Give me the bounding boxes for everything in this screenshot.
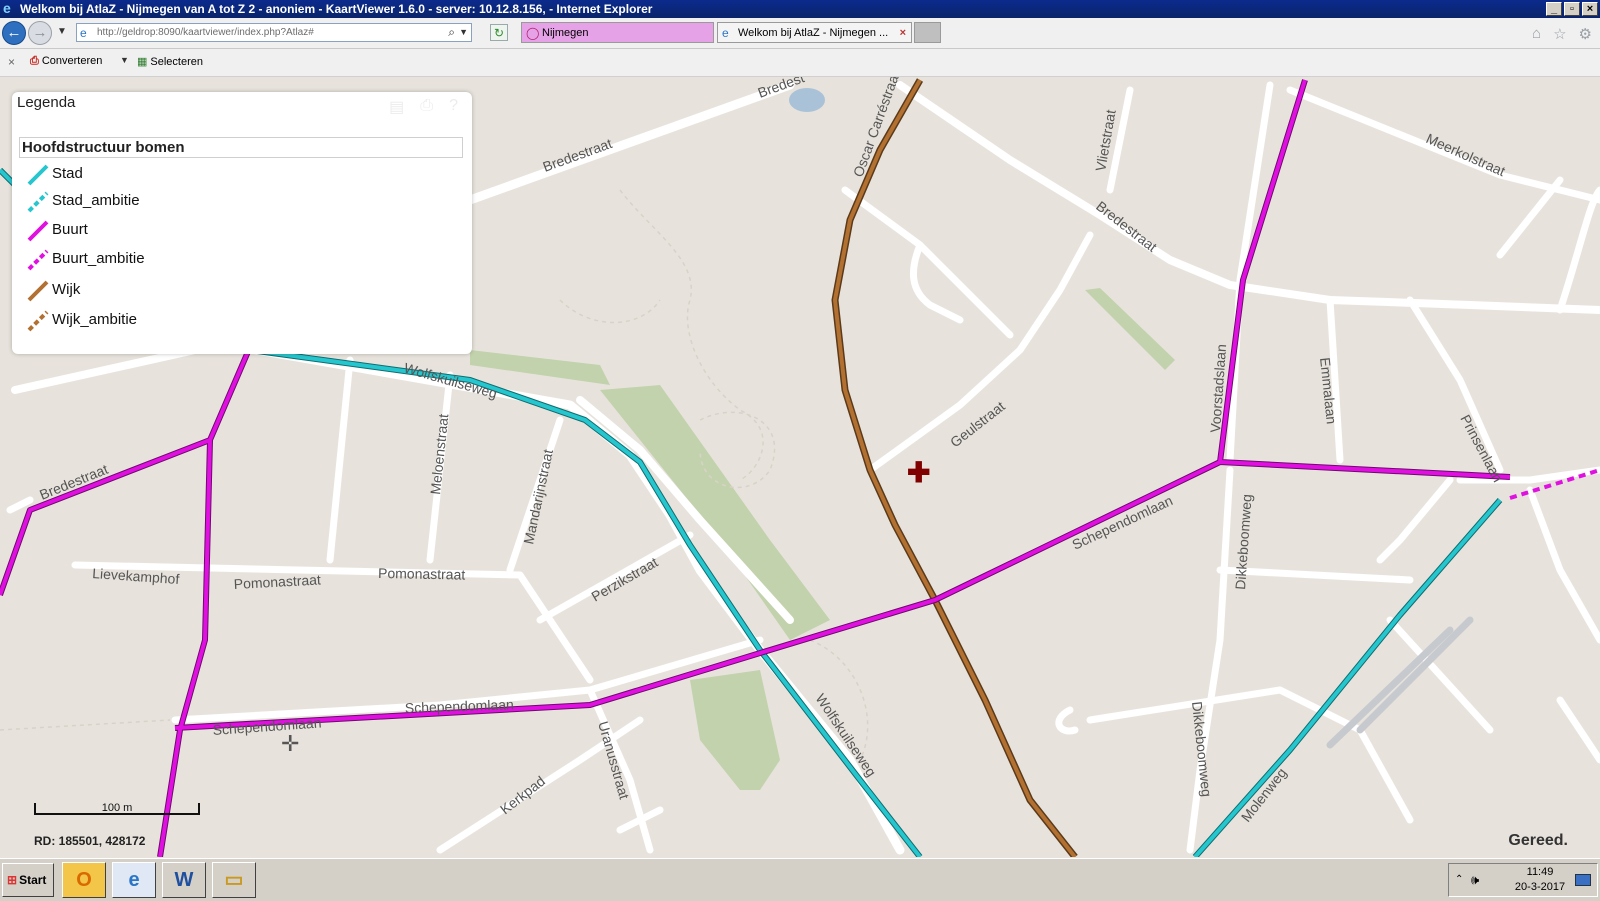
- legend-item-label: Stad: [52, 165, 83, 182]
- start-button[interactable]: ⊞ Start: [2, 863, 54, 897]
- street-label: Meloenstraat: [427, 413, 451, 495]
- legend-title: Legenda: [17, 94, 76, 111]
- close-toolbar-icon[interactable]: ×: [8, 55, 15, 69]
- help-icon[interactable]: ?: [449, 97, 458, 117]
- map-crosshair-icon: ✚: [907, 457, 931, 488]
- convert-button[interactable]: ⎙ Converteren: [30, 55, 102, 68]
- window-controls: _ ▫ ×: [1546, 2, 1598, 16]
- recent-pages-dropdown-icon[interactable]: ▼: [57, 26, 67, 37]
- select-icon: ▦: [137, 56, 148, 68]
- back-button[interactable]: ←: [2, 21, 26, 45]
- address-dropdown-icon[interactable]: ▼: [459, 24, 468, 41]
- pond: [789, 88, 825, 112]
- browser-navbar: ← → ▼ e http://geldrop:8090/kaartviewer/…: [0, 18, 1600, 49]
- select-label: Selecteren: [150, 56, 203, 68]
- convert-dropdown-icon[interactable]: ▼: [120, 55, 129, 65]
- legend-swatch-stad: [27, 164, 49, 186]
- select-button[interactable]: ▦ Selecteren: [137, 55, 203, 68]
- tab-atlaz[interactable]: e Welkom bij AtlaZ - Nijmegen ... ×: [717, 22, 912, 43]
- forward-button[interactable]: →: [28, 21, 52, 45]
- legend-swatch-buurt-ambitie: [27, 249, 49, 271]
- ie-taskbar-icon[interactable]: e: [112, 862, 156, 898]
- street-label: Bredestraat: [1093, 198, 1160, 255]
- close-button[interactable]: ×: [1582, 2, 1598, 16]
- browser-right-icons: ⌂ ☆ ⚙: [1532, 25, 1592, 43]
- windows-logo-icon: ⊞: [7, 873, 18, 887]
- clock-time: 11:49: [1526, 866, 1554, 878]
- convert-label: Converteren: [41, 55, 103, 67]
- outlook-taskbar-icon[interactable]: O: [62, 862, 106, 898]
- legend-item-label: Wijk_ambitie: [52, 311, 138, 328]
- street-label: Schependomlaan: [1070, 492, 1176, 553]
- page-icon: e: [80, 26, 87, 40]
- wijk-line-fill: [832, 79, 1077, 857]
- cursor-crosshair-icon: ✛: [281, 731, 300, 756]
- legend-swatch-stad-ambitie: [27, 191, 49, 213]
- gear-icon[interactable]: ⚙: [1579, 25, 1592, 43]
- ie-logo-icon: e: [3, 0, 11, 16]
- new-tab-button[interactable]: [914, 22, 941, 43]
- legend-swatch-wijk-ambitie: [27, 310, 49, 332]
- status-text: Gereed.: [1508, 832, 1568, 849]
- street-label: Meerkolstraat: [1424, 130, 1508, 179]
- document-icon[interactable]: ▤: [389, 97, 404, 117]
- maximize-button[interactable]: ▫: [1564, 2, 1580, 16]
- legend-group-title: Hoofdstructuur bomen: [19, 137, 463, 158]
- scale-label: 100 m: [101, 802, 133, 814]
- window-titlebar: e Welkom bij AtlaZ - Nijmegen van A tot …: [0, 0, 1600, 18]
- minimize-button[interactable]: _: [1546, 2, 1562, 16]
- coordinates-readout: RD: 185501, 428172: [34, 834, 146, 848]
- legend-swatch-wijk: [27, 280, 49, 302]
- refresh-button[interactable]: ↻: [490, 24, 508, 41]
- tab-favicon-icon: e: [722, 26, 729, 40]
- street-label: Kerkpad: [497, 773, 548, 818]
- window-title: Welkom bij AtlaZ - Nijmegen van A tot Z …: [20, 2, 653, 16]
- favorites-star-icon[interactable]: ☆: [1553, 25, 1566, 43]
- tab-favicon-icon: ◯: [526, 26, 540, 40]
- street-label: Pomonastraat: [233, 571, 321, 592]
- legend-item-label: Buurt: [52, 221, 88, 238]
- clock-date: 20-3-2017: [1514, 881, 1566, 893]
- street-label: Perzikstraat: [589, 554, 661, 605]
- street-label: Mandarijnstraat: [520, 448, 556, 546]
- word-taskbar-icon[interactable]: W: [162, 862, 206, 898]
- search-icon[interactable]: ⌕: [448, 24, 455, 41]
- street-label: Pomonastraat: [378, 565, 466, 583]
- legend-swatch-buurt: [27, 220, 49, 242]
- legend-item-label: Stad_ambitie: [52, 192, 140, 209]
- tab-label: Nijmegen: [542, 27, 589, 39]
- print-icon[interactable]: ⎙: [420, 97, 433, 117]
- address-url: http://geldrop:8090/kaartviewer/index.ph…: [97, 27, 314, 38]
- home-icon[interactable]: ⌂: [1532, 25, 1541, 43]
- tray-expand-icon[interactable]: ⌃: [1455, 874, 1463, 885]
- command-bar: × ⎙ Converteren ▼ ▦ Selecteren: [0, 49, 1600, 77]
- legend-item-label: Buurt_ambitie: [52, 250, 145, 267]
- legend-tools: ▤ ⎙ ?: [389, 97, 458, 117]
- street-label: Molenweg: [1238, 765, 1290, 825]
- show-desktop-icon[interactable]: [1575, 874, 1591, 886]
- pdf-icon: ⎙: [30, 55, 39, 67]
- start-label: Start: [19, 873, 47, 887]
- tab-close-icon[interactable]: ×: [900, 23, 906, 42]
- folder-taskbar-icon[interactable]: ▭: [212, 862, 256, 898]
- system-tray: ⌃ 🕪 11:49 20-3-2017: [1448, 863, 1598, 897]
- volume-icon[interactable]: 🕪: [1471, 872, 1479, 888]
- legend-item-label: Wijk: [52, 281, 81, 298]
- address-bar[interactable]: e http://geldrop:8090/kaartviewer/index.…: [76, 23, 472, 42]
- street-label: Dikkeboomweg: [1232, 494, 1255, 591]
- tab-nijmegen[interactable]: ◯ Nijmegen: [521, 22, 714, 43]
- legend-panel: Legenda ▤ ⎙ ? Hoofdstructuur bomen Stad …: [12, 92, 472, 354]
- tab-label: Welkom bij AtlaZ - Nijmegen ...: [738, 27, 889, 39]
- taskbar: ⊞ Start O e W ▭ ⌃ 🕪 11:49 20-3-2017: [0, 858, 1600, 901]
- scale-bar: 100 m: [34, 803, 200, 815]
